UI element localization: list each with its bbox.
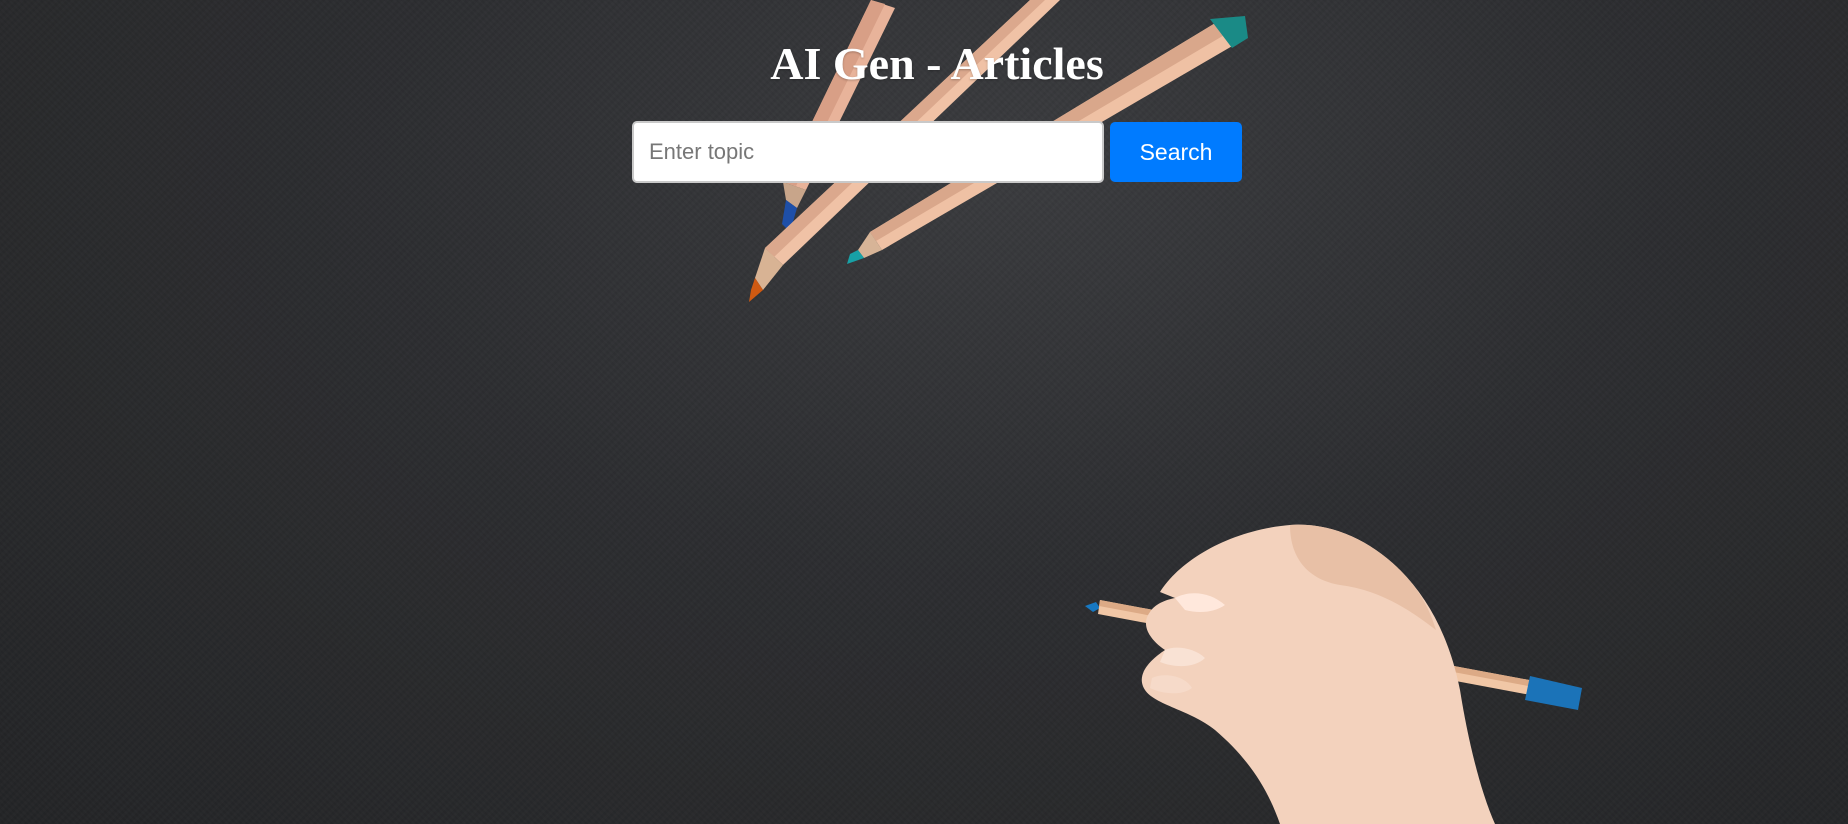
search-button[interactable]: Search bbox=[1110, 122, 1242, 182]
hand-with-pencil bbox=[1085, 524, 1582, 824]
topic-search-input[interactable] bbox=[632, 121, 1104, 183]
page-title: AI Gen - Articles bbox=[770, 38, 1104, 89]
search-bar: Search bbox=[632, 121, 1242, 183]
